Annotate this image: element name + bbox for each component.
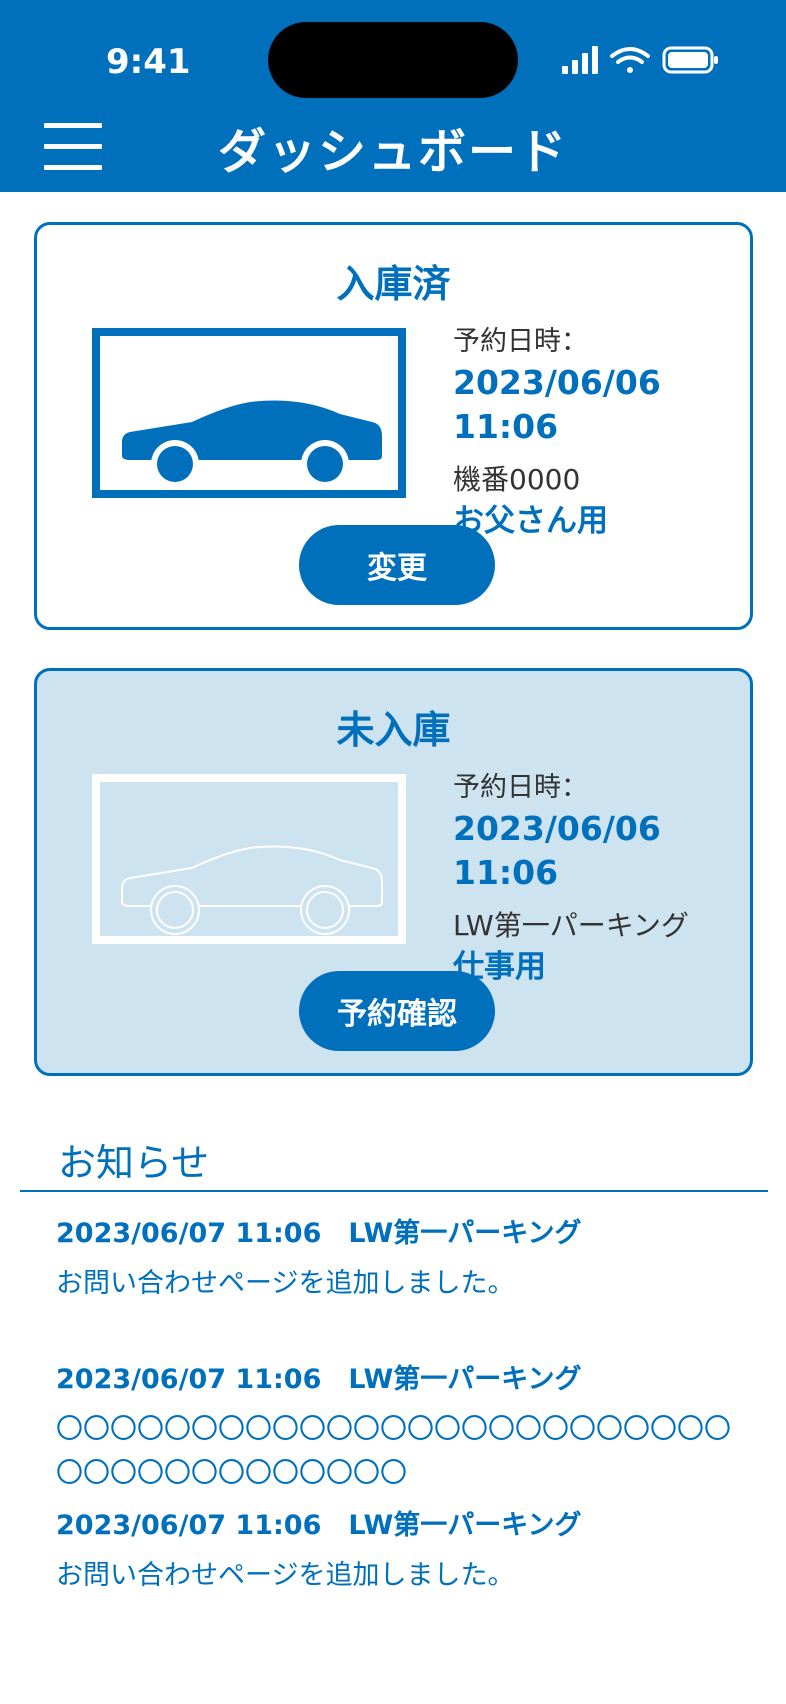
car-outline-icon bbox=[121, 845, 383, 935]
dashboard-screen: 9:41 ダッシュボード 入庫済 予約日時： 2023/06/06 11:06 … bbox=[0, 0, 786, 1704]
date-label: 予約日時： bbox=[453, 772, 588, 803]
card-status-title: 入庫済 bbox=[336, 262, 451, 306]
battery-icon bbox=[662, 46, 718, 74]
parking-name: LW第一パーキング bbox=[453, 909, 689, 942]
news-body: 〇〇〇〇〇〇〇〇〇〇〇〇〇〇〇〇〇〇〇〇〇〇〇〇〇〇〇〇〇〇〇〇〇〇〇〇〇〇 bbox=[56, 1414, 731, 1489]
news-item[interactable]: 2023/06/07 11:06 LW第一パーキング お問い合わせページを追加し… bbox=[56, 1214, 746, 1306]
card-status-title: 未入庫 bbox=[336, 708, 451, 752]
news-body: お問い合わせページを追加しました。 bbox=[56, 1560, 515, 1591]
dynamic-island bbox=[268, 22, 518, 98]
signal-icon bbox=[562, 46, 598, 74]
confirm-reservation-button[interactable]: 予約確認 bbox=[299, 971, 495, 1051]
usage-name: お父さん用 bbox=[453, 503, 608, 539]
news-heading: お知らせ bbox=[58, 1141, 210, 1185]
card-info: 予約日時： 2023/06/06 11:06 LW第一パーキング 仕事用 bbox=[453, 769, 743, 989]
news-divider bbox=[20, 1190, 768, 1192]
reservation-date: 2023/06/06 11:06 bbox=[453, 363, 661, 446]
car-image bbox=[92, 328, 406, 498]
news-meta: 2023/06/07 11:06 LW第一パーキング bbox=[56, 1510, 582, 1541]
news-body: お問い合わせページを追加しました。 bbox=[56, 1268, 515, 1299]
app-header: 9:41 ダッシュボード bbox=[0, 0, 786, 192]
machine-number: 機番0000 bbox=[453, 463, 581, 496]
news-item[interactable]: 2023/06/07 11:06 LW第一パーキング お問い合わせページを追加し… bbox=[56, 1506, 746, 1598]
news-item[interactable]: 2023/06/07 11:06 LW第一パーキング 〇〇〇〇〇〇〇〇〇〇〇〇〇… bbox=[56, 1360, 746, 1496]
status-time: 9:41 bbox=[106, 42, 191, 82]
card-info: 予約日時： 2023/06/06 11:06 機番0000 お父さん用 bbox=[453, 323, 743, 543]
not-parked-card: 未入庫 予約日時： 2023/06/06 11:06 LW第一パーキング 仕事用… bbox=[34, 668, 753, 1076]
news-meta: 2023/06/07 11:06 LW第一パーキング bbox=[56, 1218, 582, 1249]
date-label: 予約日時： bbox=[453, 326, 588, 357]
news-meta: 2023/06/07 11:06 LW第一パーキング bbox=[56, 1364, 582, 1395]
car-image bbox=[92, 774, 406, 944]
parked-card: 入庫済 予約日時： 2023/06/06 11:06 機番0000 お父さん用 … bbox=[34, 222, 753, 630]
reservation-date: 2023/06/06 11:06 bbox=[453, 809, 661, 892]
usage-name: 仕事用 bbox=[453, 949, 546, 985]
wifi-icon bbox=[610, 47, 650, 73]
page-title: ダッシュボード bbox=[217, 124, 568, 180]
change-button[interactable]: 変更 bbox=[299, 525, 495, 605]
car-icon bbox=[122, 400, 382, 488]
status-icons bbox=[562, 46, 718, 74]
